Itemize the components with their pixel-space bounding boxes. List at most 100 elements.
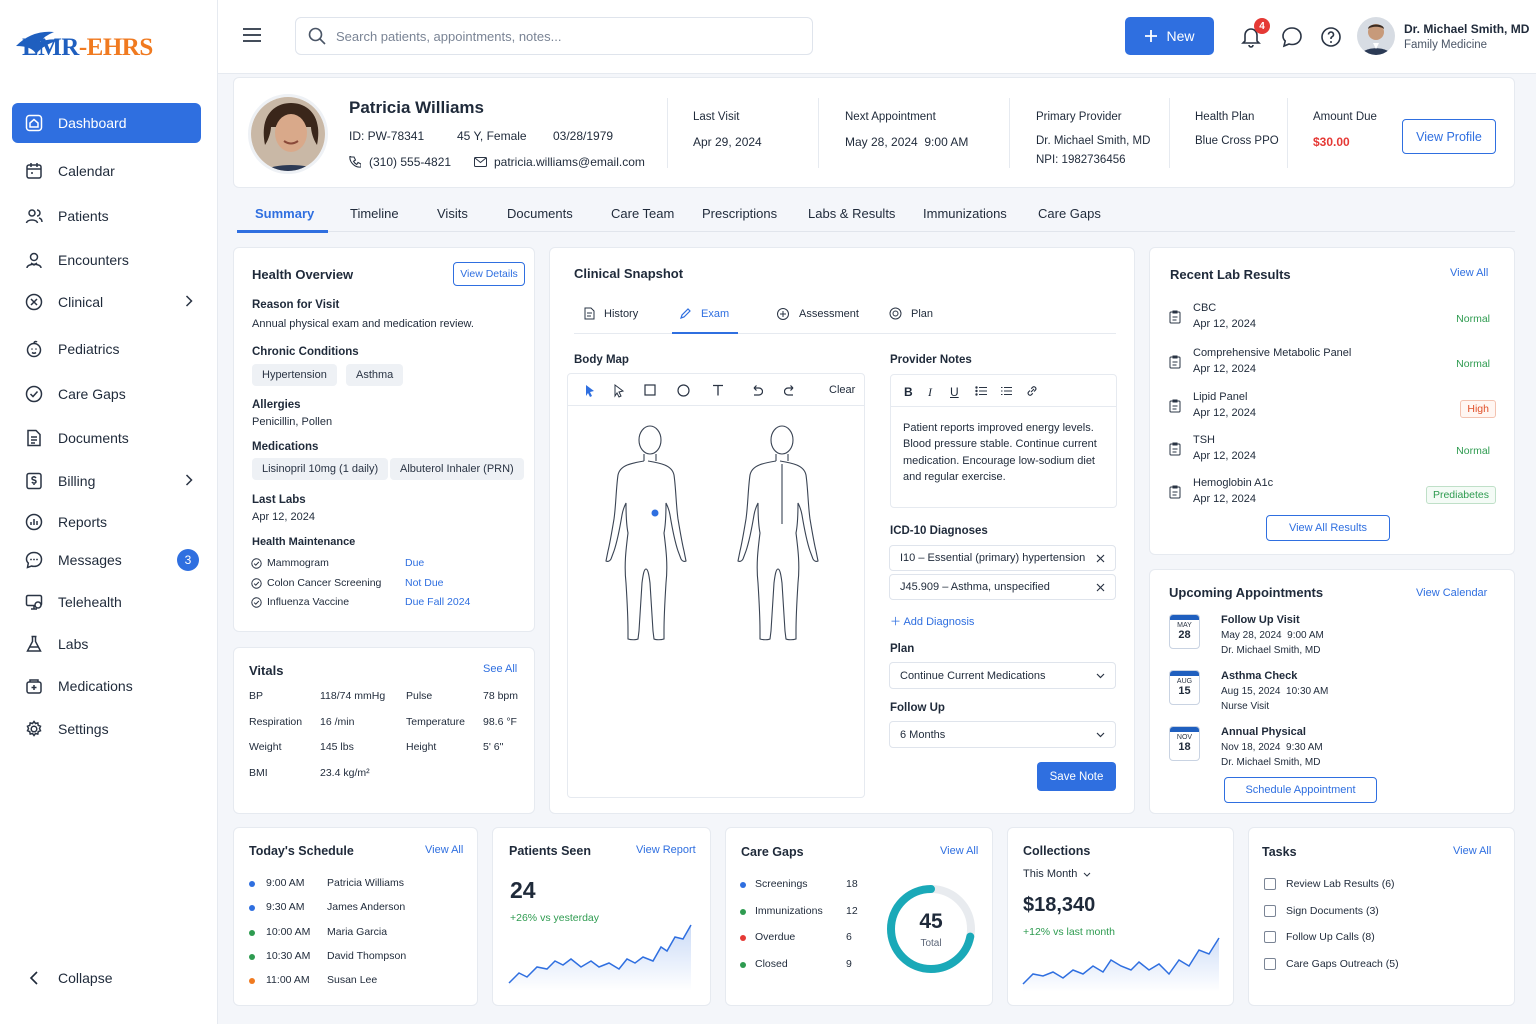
provider-notes-text[interactable]: Patient reports improved energy levels. … bbox=[903, 420, 1103, 485]
save-note-button[interactable]: Save Note bbox=[1037, 762, 1116, 791]
bullet-list-icon[interactable] bbox=[975, 386, 987, 396]
sidebar-item-care-gaps[interactable]: Care Gaps bbox=[12, 374, 201, 414]
help-icon[interactable] bbox=[1320, 26, 1342, 48]
view-details-button[interactable]: View Details bbox=[453, 262, 525, 286]
sidebar-item-billing[interactable]: Billing bbox=[12, 461, 201, 501]
redo-icon[interactable] bbox=[784, 384, 797, 397]
plus-icon bbox=[1145, 30, 1158, 42]
rectangle-tool-icon[interactable] bbox=[644, 384, 656, 396]
search-bar[interactable] bbox=[295, 17, 813, 55]
task-item[interactable]: Review Lab Results (6) bbox=[1286, 878, 1395, 890]
sidebar-item-labs[interactable]: Labs bbox=[12, 624, 201, 664]
sidebar-item-encounters[interactable]: Encounters bbox=[12, 240, 201, 280]
italic-icon[interactable]: I bbox=[928, 385, 932, 400]
patient-phone[interactable]: (310) 555-4821 bbox=[369, 155, 451, 169]
task-item[interactable]: Follow Up Calls (8) bbox=[1286, 931, 1375, 943]
care-gaps-view-all-link[interactable]: View All bbox=[940, 845, 978, 857]
appointment-title[interactable]: Asthma Check bbox=[1221, 670, 1297, 682]
remove-icon[interactable] bbox=[1096, 554, 1105, 563]
remove-icon[interactable] bbox=[1096, 583, 1105, 592]
view-report-link[interactable]: View Report bbox=[636, 844, 696, 856]
task-checkbox[interactable] bbox=[1264, 931, 1276, 943]
numbered-list-icon[interactable] bbox=[1000, 386, 1012, 396]
sidebar-item-medications[interactable]: Medications bbox=[12, 666, 201, 706]
diagnosis-item[interactable]: I10 – Essential (primary) hypertension bbox=[889, 545, 1116, 571]
schedule-patient[interactable]: Susan Lee bbox=[327, 974, 377, 986]
follow-up-select[interactable]: 6 Months bbox=[889, 721, 1116, 748]
view-profile-button[interactable]: View Profile bbox=[1402, 119, 1496, 154]
user-avatar[interactable] bbox=[1357, 17, 1395, 55]
schedule-view-all-link[interactable]: View All bbox=[425, 844, 463, 856]
sidebar-item-patients[interactable]: Patients bbox=[12, 196, 201, 236]
appointment-title[interactable]: Follow Up Visit bbox=[1221, 614, 1300, 626]
sidebar-item-clinical[interactable]: Clinical bbox=[12, 282, 201, 322]
tab-visits[interactable]: Visits bbox=[437, 206, 468, 221]
schedule-patient[interactable]: Maria Garcia bbox=[327, 926, 387, 938]
sidebar-item-reports[interactable]: Reports bbox=[12, 502, 201, 542]
tab-summary[interactable]: Summary bbox=[255, 206, 314, 221]
cursor-icon[interactable] bbox=[584, 384, 596, 398]
clear-button[interactable]: Clear bbox=[829, 384, 855, 396]
diagnosis-item[interactable]: J45.909 – Asthma, unspecified bbox=[889, 574, 1116, 600]
subtab-plan[interactable]: Plan bbox=[889, 307, 933, 320]
encounter-icon bbox=[24, 250, 44, 270]
subtab-history[interactable]: History bbox=[583, 307, 638, 320]
tab-care-gaps[interactable]: Care Gaps bbox=[1038, 206, 1101, 221]
labs-view-all-link[interactable]: View All bbox=[1450, 267, 1488, 279]
schedule-patient[interactable]: James Anderson bbox=[327, 901, 405, 913]
subtab-assessment[interactable]: Assessment bbox=[776, 307, 859, 321]
subtab-exam[interactable]: Exam bbox=[679, 307, 729, 320]
collections-period-select[interactable]: This Month bbox=[1023, 868, 1091, 880]
task-checkbox[interactable] bbox=[1264, 904, 1276, 917]
bold-icon[interactable]: B bbox=[904, 385, 913, 399]
new-button[interactable]: New bbox=[1125, 17, 1214, 55]
lab-name[interactable]: CBC bbox=[1193, 302, 1216, 314]
chat-icon[interactable] bbox=[1281, 26, 1303, 48]
provider-notes-editor[interactable]: B I U Patient reports improved energy le… bbox=[890, 374, 1117, 508]
schedule-appointment-button[interactable]: Schedule Appointment bbox=[1224, 777, 1377, 803]
tab-labs-results[interactable]: Labs & Results bbox=[808, 206, 895, 221]
sidebar-item-documents[interactable]: Documents bbox=[12, 418, 201, 458]
select-icon[interactable] bbox=[613, 384, 625, 398]
lab-name[interactable]: Lipid Panel bbox=[1193, 391, 1247, 403]
tab-care-team[interactable]: Care Team bbox=[611, 206, 674, 221]
link-icon[interactable] bbox=[1026, 385, 1038, 397]
tab-immunizations[interactable]: Immunizations bbox=[923, 206, 1007, 221]
sidebar-item-settings[interactable]: Settings bbox=[12, 709, 201, 749]
amount-due-label: Amount Due bbox=[1313, 111, 1377, 123]
schedule-patient[interactable]: Patricia Williams bbox=[327, 877, 404, 889]
view-all-results-button[interactable]: View All Results bbox=[1266, 515, 1390, 541]
lab-name[interactable]: Hemoglobin A1c bbox=[1193, 477, 1273, 489]
circle-tool-icon[interactable] bbox=[677, 384, 690, 397]
lab-name[interactable]: TSH bbox=[1193, 434, 1215, 446]
tab-prescriptions[interactable]: Prescriptions bbox=[702, 206, 777, 221]
sidebar-item-pediatrics[interactable]: Pediatrics bbox=[12, 329, 201, 369]
undo-icon[interactable] bbox=[750, 384, 763, 397]
text-tool-icon[interactable] bbox=[712, 384, 724, 396]
view-calendar-link[interactable]: View Calendar bbox=[1416, 587, 1487, 599]
lab-name[interactable]: Comprehensive Metabolic Panel bbox=[1193, 347, 1351, 359]
search-input[interactable] bbox=[336, 28, 776, 44]
tab-documents[interactable]: Documents bbox=[507, 206, 573, 221]
sidebar-item-dashboard[interactable]: Dashboard bbox=[12, 103, 201, 143]
collapse-button[interactable]: Collapse bbox=[12, 958, 201, 998]
body-map-canvas[interactable]: Clear bbox=[567, 373, 865, 798]
user-name[interactable]: Dr. Michael Smith, MD bbox=[1404, 22, 1529, 36]
sidebar-item-calendar[interactable]: Calendar bbox=[12, 151, 201, 191]
underline-icon[interactable]: U bbox=[950, 385, 959, 399]
sidebar-item-telehealth[interactable]: Telehealth bbox=[12, 582, 201, 622]
patient-email[interactable]: patricia.williams@email.com bbox=[494, 155, 645, 169]
task-item[interactable]: Sign Documents (3) bbox=[1286, 905, 1379, 917]
add-diagnosis-link[interactable]: ＋ Add Diagnosis bbox=[890, 613, 974, 629]
sidebar-item-messages[interactable]: Messages 3 bbox=[12, 540, 201, 580]
vitals-see-all-link[interactable]: See All bbox=[483, 663, 517, 675]
task-checkbox[interactable] bbox=[1264, 957, 1276, 970]
task-item[interactable]: Care Gaps Outreach (5) bbox=[1286, 958, 1399, 970]
schedule-patient[interactable]: David Thompson bbox=[327, 950, 406, 962]
task-checkbox[interactable] bbox=[1264, 878, 1276, 890]
plan-select[interactable]: Continue Current Medications bbox=[889, 662, 1116, 689]
tab-timeline[interactable]: Timeline bbox=[350, 206, 399, 221]
appointment-title[interactable]: Annual Physical bbox=[1221, 726, 1306, 738]
tasks-view-all-link[interactable]: View All bbox=[1453, 845, 1491, 857]
hamburger-menu-icon[interactable] bbox=[242, 26, 262, 44]
